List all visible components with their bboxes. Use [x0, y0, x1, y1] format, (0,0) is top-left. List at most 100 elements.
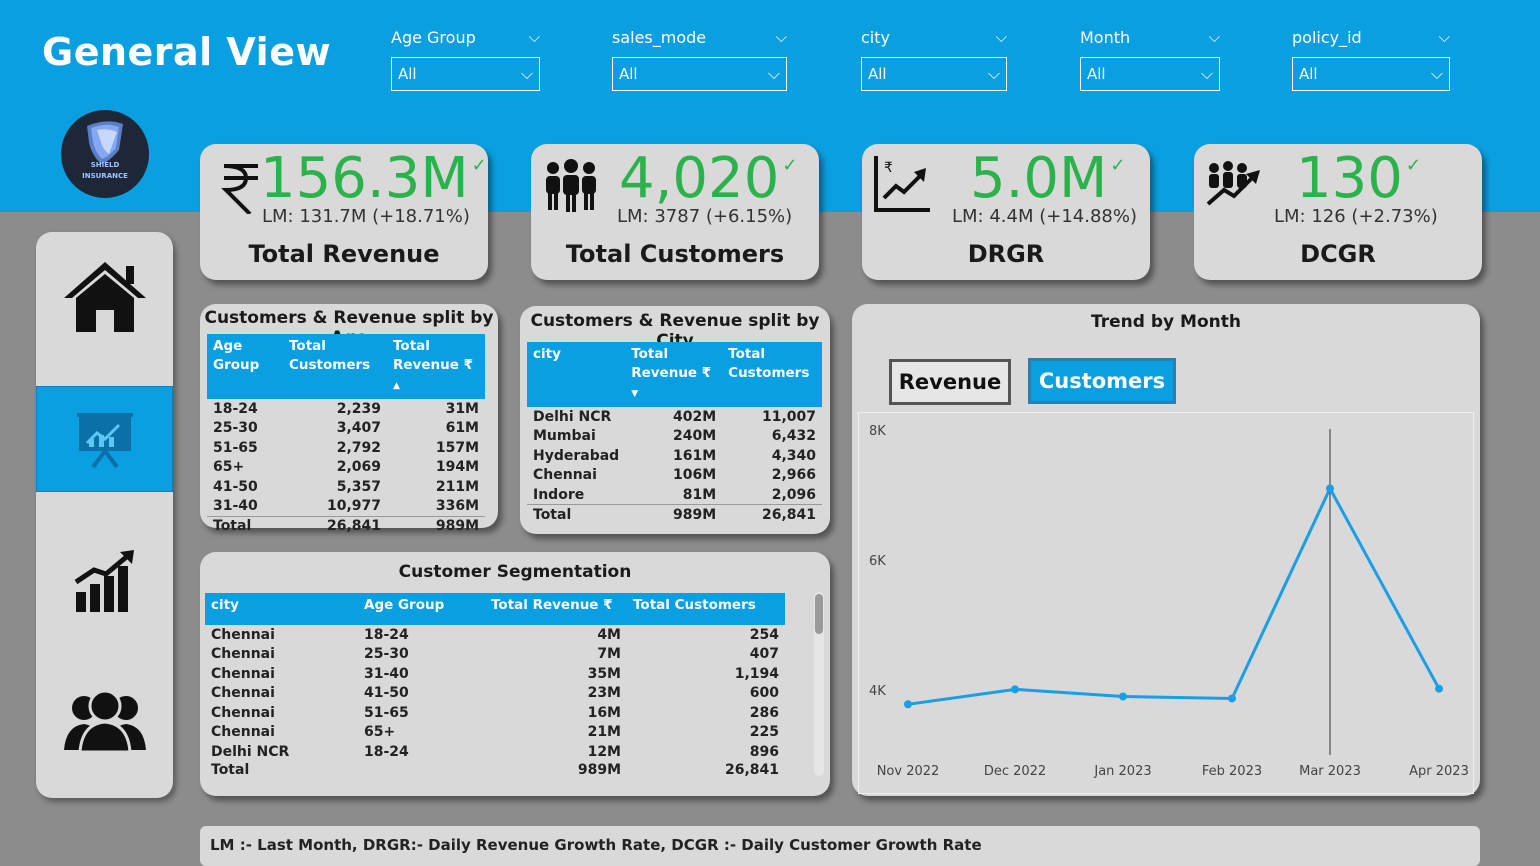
- chevron-down-icon[interactable]: ⌵: [996, 28, 1007, 46]
- filter-value: All: [619, 65, 638, 83]
- footer-legend: LM :- Last Month, DRGR:- Daily Revenue G…: [200, 826, 1480, 866]
- column-header[interactable]: city: [527, 342, 626, 407]
- table-cell: Hyderabad: [533, 447, 620, 464]
- chevron-down-icon[interactable]: ⌵: [529, 28, 540, 46]
- table-cell: 41-50: [213, 478, 258, 495]
- checkmark-icon: ✓: [471, 155, 487, 176]
- data-point[interactable]: [1228, 694, 1236, 703]
- table-cell: 12M: [587, 743, 621, 760]
- table-row[interactable]: 51-65 2,792 157M: [207, 438, 485, 458]
- data-point[interactable]: [1326, 484, 1334, 493]
- table-row[interactable]: Delhi NCR 18-24 12M 896: [205, 742, 785, 762]
- data-point[interactable]: [904, 700, 912, 709]
- data-point[interactable]: [1119, 692, 1127, 701]
- table-cell: Mumbai: [533, 428, 596, 445]
- chevron-down-icon[interactable]: ⌵: [1439, 28, 1450, 46]
- table-cell: 26,841: [722, 504, 822, 524]
- table-cell: 61M: [445, 420, 479, 437]
- trend-line-chart[interactable]: 4K 6K 8K Nov 2022 Dec 2022 Jan 2023 Feb 2023 Ma…: [859, 413, 1475, 795]
- data-point[interactable]: [1011, 685, 1019, 694]
- nav-home-button[interactable]: [36, 244, 173, 350]
- checkmark-icon: ✓: [1405, 155, 1421, 176]
- people-group-icon: [63, 689, 146, 754]
- table-cell: 4,340: [771, 447, 816, 464]
- table-row[interactable]: 25-30 3,407 61M: [207, 419, 485, 439]
- filter-dropdown[interactable]: All ⌵: [612, 57, 787, 91]
- table-row[interactable]: Chennai 31-40 35M 1,194: [205, 664, 785, 684]
- age-split-table: Age Group Total Customers Total Revenue …: [207, 334, 485, 536]
- column-header[interactable]: Age Group: [358, 593, 485, 625]
- segmentation-scrollbar[interactable]: [814, 592, 824, 776]
- column-header[interactable]: Age Group: [207, 334, 283, 399]
- table-row[interactable]: Indore 81M 2,096: [527, 485, 822, 505]
- filter-city[interactable]: city ⌵ All ⌵: [861, 28, 1007, 91]
- table-cell: 65+: [213, 459, 245, 476]
- column-header[interactable]: Total Revenue ₹: [485, 593, 627, 625]
- column-header-sorted[interactable]: Total Revenue ₹ ▲: [387, 334, 485, 399]
- nav-customers-button[interactable]: [36, 668, 173, 774]
- column-header-sorted[interactable]: Total Revenue ₹ ▼: [625, 342, 723, 407]
- panel-title: Trend by Month: [1091, 312, 1241, 332]
- filter-dropdown[interactable]: All ⌵: [861, 57, 1007, 91]
- scrollbar-thumb[interactable]: [815, 594, 823, 634]
- column-header[interactable]: Total Customers: [722, 342, 822, 407]
- table-cell: 25-30: [213, 420, 258, 437]
- chevron-down-icon[interactable]: ⌵: [776, 28, 787, 46]
- table-cell: 18-24: [364, 626, 409, 643]
- kpi-value: 5.0M ✓: [970, 146, 1126, 211]
- table-row[interactable]: Chennai 106M 2,966: [527, 466, 822, 486]
- table-cell: Total: [527, 504, 626, 524]
- filter-age-group[interactable]: Age Group ⌵ All ⌵: [391, 28, 540, 91]
- table-row[interactable]: 18-24 2,239 31M: [207, 399, 485, 419]
- nav-growth-button[interactable]: [36, 528, 173, 634]
- filter-dropdown[interactable]: All ⌵: [1292, 57, 1450, 91]
- kpi-name: Total Customers: [565, 240, 785, 268]
- table-cell: 2,966: [771, 467, 816, 484]
- table-row[interactable]: Delhi NCR 402M 11,007: [527, 407, 822, 427]
- trend-chart-area: 4K 6K 8K Nov 2022 Dec 2022 Jan 2023 Feb 2023 Ma…: [858, 412, 1474, 794]
- table-cell: 161M: [673, 447, 717, 464]
- table-row[interactable]: Hyderabad 161M 4,340: [527, 446, 822, 466]
- table-header-row: city Age Group Total Revenue ₹ Total Cus…: [205, 593, 785, 625]
- table-row[interactable]: Mumbai 240M 6,432: [527, 427, 822, 447]
- x-tick-label: Dec 2022: [984, 764, 1046, 779]
- revenue-toggle-button[interactable]: Revenue: [889, 359, 1011, 405]
- table-cell: Chennai: [211, 685, 275, 702]
- filter-month[interactable]: Month ⌵ All ⌵: [1080, 28, 1220, 91]
- table-row[interactable]: Chennai 25-30 7M 407: [205, 645, 785, 665]
- table-row[interactable]: Chennai 41-50 23M 600: [205, 684, 785, 704]
- data-point[interactable]: [1435, 684, 1443, 693]
- column-header[interactable]: Total Customers: [627, 593, 785, 625]
- table-cell: Chennai: [211, 626, 275, 643]
- table-total-row: Total 989M 26,841: [205, 762, 785, 778]
- table-row[interactable]: 31-40 10,977 336M: [207, 497, 485, 517]
- filter-label: sales_mode: [612, 28, 707, 47]
- table-cell: Delhi NCR: [211, 743, 290, 760]
- filter-sales-mode[interactable]: sales_mode ⌵ All ⌵: [612, 28, 787, 91]
- customer-segmentation-panel: Customer Segmentation city Age Group Tot…: [200, 552, 830, 796]
- table-cell: 41-50: [364, 685, 409, 702]
- table-row[interactable]: Chennai 65+ 21M 225: [205, 723, 785, 743]
- table-row[interactable]: 65+ 2,069 194M: [207, 458, 485, 478]
- table-header-row: Age Group Total Customers Total Revenue …: [207, 334, 485, 399]
- column-header[interactable]: city: [205, 593, 358, 625]
- filter-dropdown[interactable]: All ⌵: [1080, 57, 1220, 91]
- table-cell: 402M: [673, 408, 717, 425]
- column-header[interactable]: Total Customers: [283, 334, 387, 399]
- table-row[interactable]: Chennai 18-24 4M 254: [205, 625, 785, 645]
- y-tick-label: 6K: [869, 554, 886, 569]
- table-row[interactable]: Chennai 51-65 16M 286: [205, 703, 785, 723]
- filter-dropdown[interactable]: All ⌵: [391, 57, 540, 91]
- table-row[interactable]: 41-50 5,357 211M: [207, 477, 485, 497]
- table-cell: 7M: [597, 646, 621, 663]
- table-cell: 26,841: [283, 515, 387, 536]
- chevron-down-icon[interactable]: ⌵: [1209, 28, 1220, 46]
- table-total-row: Total 26,841 989M: [207, 515, 485, 536]
- filter-policy-id[interactable]: policy_id ⌵ All ⌵: [1292, 28, 1450, 91]
- home-icon: [63, 262, 146, 332]
- x-tick-label: Jan 2023: [1093, 764, 1151, 779]
- table-cell: 211M: [435, 478, 479, 495]
- customers-toggle-button[interactable]: Customers: [1028, 358, 1176, 404]
- nav-general-view-button[interactable]: [36, 386, 173, 492]
- kpi-value: 130 ✓: [1296, 146, 1421, 211]
